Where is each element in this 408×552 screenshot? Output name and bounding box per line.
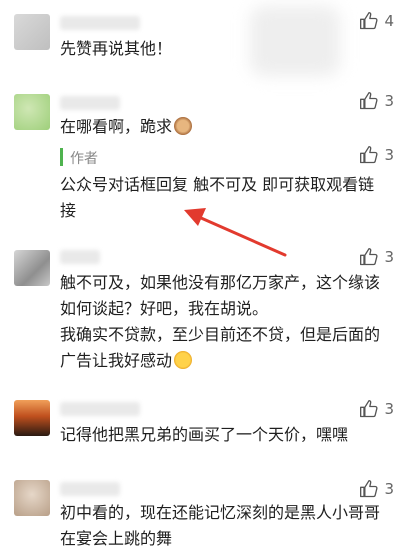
laughing-emoji <box>174 351 193 369</box>
like-count: 3 <box>384 480 394 498</box>
like-button[interactable]: 3 <box>359 478 394 500</box>
author-reply-bar <box>60 148 63 166</box>
comment-text: 记得他把黑兄弟的画买了一个天价，嘿嘿 <box>60 425 349 444</box>
like-button[interactable]: 3 <box>359 90 394 112</box>
thumbs-up-icon <box>360 400 378 418</box>
comment-text: 初中看的，现在还能记忆深刻的是黑人小哥哥在宴会上跳的舞 <box>60 503 381 548</box>
comment-item: 3 记得他把黑兄弟的画买了一个天价，嘿嘿 <box>0 390 408 470</box>
thumbs-up-icon <box>360 12 378 30</box>
avatar[interactable] <box>14 14 50 50</box>
comment-text: 在哪看啊，跪求 <box>60 114 390 140</box>
username[interactable] <box>60 482 120 496</box>
like-button[interactable]: 4 <box>359 10 394 32</box>
username[interactable] <box>60 250 100 264</box>
like-count: 3 <box>384 146 394 164</box>
red-arrow-annotation <box>184 208 287 257</box>
comment-item: 4 先赞再说其他！ <box>0 0 408 80</box>
username[interactable] <box>60 402 140 416</box>
username[interactable] <box>60 96 120 110</box>
comment-item: 3 触不可及，如果他没有那亿万家产，这个缘该如何谈起？好吧，我在胡说。 我确实不… <box>0 240 408 390</box>
like-count: 4 <box>384 12 394 30</box>
avatar[interactable] <box>14 250 50 286</box>
avatar[interactable] <box>14 400 50 436</box>
comment-text-continued: 我确实不贷款，至少目前还不贷，但是后面的广告让我好感动 <box>60 325 381 370</box>
avatar[interactable] <box>14 94 50 130</box>
thumbs-up-icon <box>360 92 378 110</box>
thumbs-up-icon <box>360 480 378 498</box>
author-tag: 作者 <box>70 151 98 167</box>
like-button[interactable]: 3 <box>359 246 394 268</box>
username[interactable] <box>60 16 140 30</box>
comment-text: 先赞再说其他！ <box>60 39 173 58</box>
monkey-emoji <box>174 117 193 135</box>
comment-item: 3 初中看的，现在还能记忆深刻的是黑人小哥哥在宴会上跳的舞 <box>0 470 408 548</box>
like-count: 3 <box>384 400 394 418</box>
like-count: 3 <box>384 248 394 266</box>
avatar[interactable] <box>14 480 50 516</box>
thumbs-up-icon <box>360 146 378 164</box>
comment-text: 触不可及，如果他没有那亿万家产，这个缘该如何谈起？好吧，我在胡说。 <box>60 273 381 318</box>
reply-like-button[interactable]: 3 <box>359 144 394 166</box>
like-button[interactable]: 3 <box>359 398 394 420</box>
like-count: 3 <box>384 92 394 110</box>
thumbs-up-icon <box>360 248 378 266</box>
